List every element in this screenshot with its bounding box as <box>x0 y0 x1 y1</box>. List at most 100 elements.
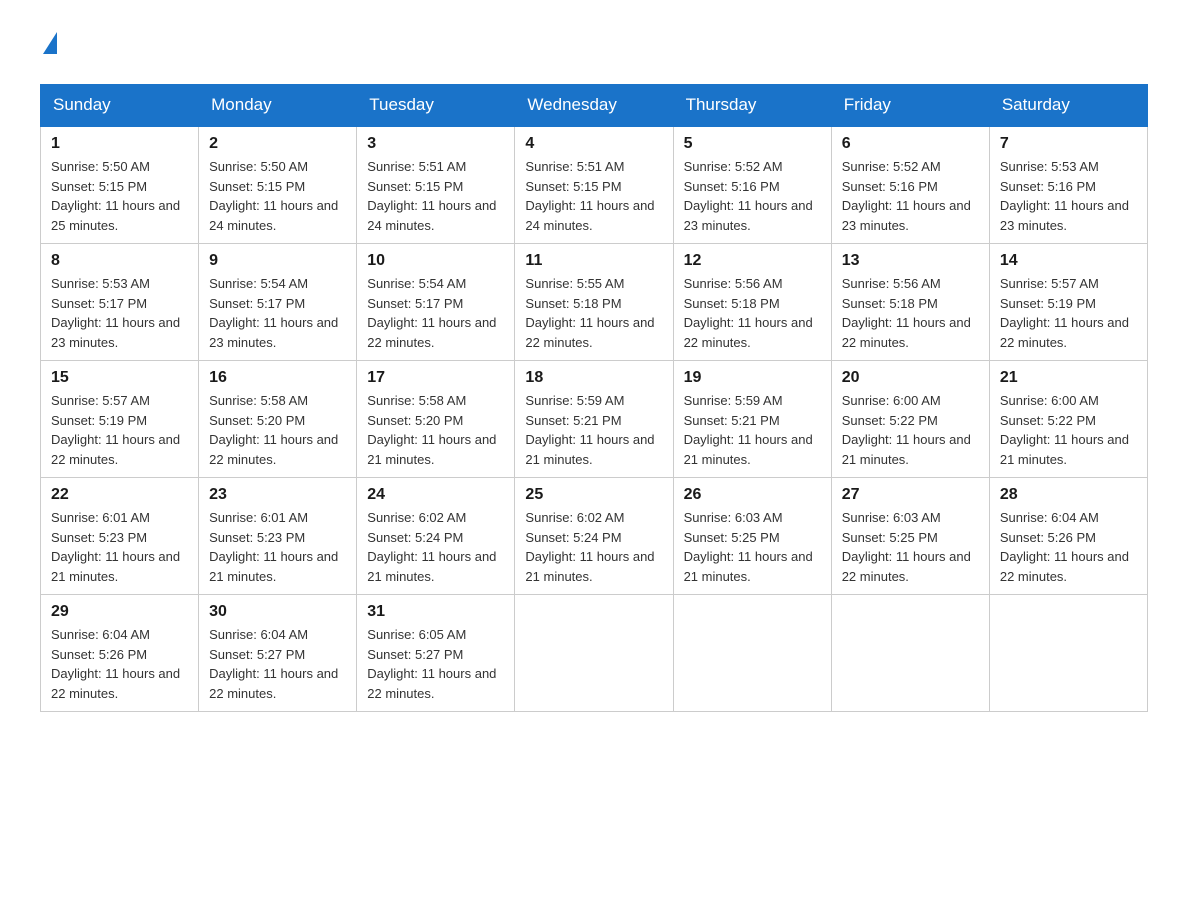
day-number: 11 <box>525 252 662 270</box>
calendar-cell: 1 Sunrise: 5:50 AMSunset: 5:15 PMDayligh… <box>41 126 199 244</box>
day-number: 31 <box>367 603 504 621</box>
calendar-week-2: 8 Sunrise: 5:53 AMSunset: 5:17 PMDayligh… <box>41 244 1148 361</box>
day-info: Sunrise: 5:59 AMSunset: 5:21 PMDaylight:… <box>525 393 654 467</box>
day-info: Sunrise: 6:04 AMSunset: 5:26 PMDaylight:… <box>51 627 180 701</box>
calendar-cell: 17 Sunrise: 5:58 AMSunset: 5:20 PMDaylig… <box>357 361 515 478</box>
day-info: Sunrise: 6:00 AMSunset: 5:22 PMDaylight:… <box>1000 393 1129 467</box>
day-number: 1 <box>51 135 188 153</box>
day-info: Sunrise: 6:01 AMSunset: 5:23 PMDaylight:… <box>209 510 338 584</box>
day-header-wednesday: Wednesday <box>515 85 673 127</box>
day-info: Sunrise: 5:52 AMSunset: 5:16 PMDaylight:… <box>842 159 971 233</box>
calendar-cell: 14 Sunrise: 5:57 AMSunset: 5:19 PMDaylig… <box>989 244 1147 361</box>
calendar-cell: 26 Sunrise: 6:03 AMSunset: 5:25 PMDaylig… <box>673 478 831 595</box>
day-info: Sunrise: 5:54 AMSunset: 5:17 PMDaylight:… <box>367 276 496 350</box>
day-info: Sunrise: 5:56 AMSunset: 5:18 PMDaylight:… <box>684 276 813 350</box>
calendar-table: SundayMondayTuesdayWednesdayThursdayFrid… <box>40 84 1148 712</box>
calendar-cell: 8 Sunrise: 5:53 AMSunset: 5:17 PMDayligh… <box>41 244 199 361</box>
calendar-cell: 30 Sunrise: 6:04 AMSunset: 5:27 PMDaylig… <box>199 595 357 712</box>
calendar-cell: 4 Sunrise: 5:51 AMSunset: 5:15 PMDayligh… <box>515 126 673 244</box>
day-number: 27 <box>842 486 979 504</box>
day-number: 23 <box>209 486 346 504</box>
day-number: 22 <box>51 486 188 504</box>
calendar-cell: 19 Sunrise: 5:59 AMSunset: 5:21 PMDaylig… <box>673 361 831 478</box>
day-number: 10 <box>367 252 504 270</box>
day-number: 16 <box>209 369 346 387</box>
day-number: 21 <box>1000 369 1137 387</box>
calendar-cell <box>989 595 1147 712</box>
day-number: 17 <box>367 369 504 387</box>
day-info: Sunrise: 5:52 AMSunset: 5:16 PMDaylight:… <box>684 159 813 233</box>
calendar-cell: 2 Sunrise: 5:50 AMSunset: 5:15 PMDayligh… <box>199 126 357 244</box>
day-info: Sunrise: 5:50 AMSunset: 5:15 PMDaylight:… <box>209 159 338 233</box>
day-number: 20 <box>842 369 979 387</box>
day-number: 14 <box>1000 252 1137 270</box>
calendar-cell <box>831 595 989 712</box>
day-number: 26 <box>684 486 821 504</box>
calendar-cell: 22 Sunrise: 6:01 AMSunset: 5:23 PMDaylig… <box>41 478 199 595</box>
day-number: 30 <box>209 603 346 621</box>
day-header-monday: Monday <box>199 85 357 127</box>
day-info: Sunrise: 5:59 AMSunset: 5:21 PMDaylight:… <box>684 393 813 467</box>
day-info: Sunrise: 6:01 AMSunset: 5:23 PMDaylight:… <box>51 510 180 584</box>
calendar-cell <box>673 595 831 712</box>
calendar-cell: 21 Sunrise: 6:00 AMSunset: 5:22 PMDaylig… <box>989 361 1147 478</box>
day-info: Sunrise: 5:53 AMSunset: 5:17 PMDaylight:… <box>51 276 180 350</box>
day-info: Sunrise: 5:55 AMSunset: 5:18 PMDaylight:… <box>525 276 654 350</box>
calendar-cell: 20 Sunrise: 6:00 AMSunset: 5:22 PMDaylig… <box>831 361 989 478</box>
day-info: Sunrise: 5:53 AMSunset: 5:16 PMDaylight:… <box>1000 159 1129 233</box>
day-header-tuesday: Tuesday <box>357 85 515 127</box>
day-number: 3 <box>367 135 504 153</box>
calendar-cell: 10 Sunrise: 5:54 AMSunset: 5:17 PMDaylig… <box>357 244 515 361</box>
calendar-cell: 18 Sunrise: 5:59 AMSunset: 5:21 PMDaylig… <box>515 361 673 478</box>
day-info: Sunrise: 6:04 AMSunset: 5:26 PMDaylight:… <box>1000 510 1129 584</box>
calendar-cell: 23 Sunrise: 6:01 AMSunset: 5:23 PMDaylig… <box>199 478 357 595</box>
day-number: 5 <box>684 135 821 153</box>
calendar-cell: 16 Sunrise: 5:58 AMSunset: 5:20 PMDaylig… <box>199 361 357 478</box>
day-number: 9 <box>209 252 346 270</box>
calendar-cell <box>515 595 673 712</box>
day-number: 12 <box>684 252 821 270</box>
day-number: 8 <box>51 252 188 270</box>
calendar-cell: 9 Sunrise: 5:54 AMSunset: 5:17 PMDayligh… <box>199 244 357 361</box>
day-number: 18 <box>525 369 662 387</box>
day-info: Sunrise: 6:02 AMSunset: 5:24 PMDaylight:… <box>367 510 496 584</box>
day-info: Sunrise: 6:02 AMSunset: 5:24 PMDaylight:… <box>525 510 654 584</box>
calendar-cell: 24 Sunrise: 6:02 AMSunset: 5:24 PMDaylig… <box>357 478 515 595</box>
logo <box>40 30 57 54</box>
day-number: 25 <box>525 486 662 504</box>
day-number: 2 <box>209 135 346 153</box>
calendar-cell: 28 Sunrise: 6:04 AMSunset: 5:26 PMDaylig… <box>989 478 1147 595</box>
day-info: Sunrise: 5:57 AMSunset: 5:19 PMDaylight:… <box>1000 276 1129 350</box>
calendar-cell: 5 Sunrise: 5:52 AMSunset: 5:16 PMDayligh… <box>673 126 831 244</box>
calendar-header-row: SundayMondayTuesdayWednesdayThursdayFrid… <box>41 85 1148 127</box>
calendar-cell: 11 Sunrise: 5:55 AMSunset: 5:18 PMDaylig… <box>515 244 673 361</box>
calendar-cell: 27 Sunrise: 6:03 AMSunset: 5:25 PMDaylig… <box>831 478 989 595</box>
calendar-cell: 3 Sunrise: 5:51 AMSunset: 5:15 PMDayligh… <box>357 126 515 244</box>
calendar-cell: 12 Sunrise: 5:56 AMSunset: 5:18 PMDaylig… <box>673 244 831 361</box>
calendar-cell: 15 Sunrise: 5:57 AMSunset: 5:19 PMDaylig… <box>41 361 199 478</box>
day-number: 19 <box>684 369 821 387</box>
day-number: 28 <box>1000 486 1137 504</box>
page-header <box>40 30 1148 54</box>
day-number: 7 <box>1000 135 1137 153</box>
calendar-cell: 25 Sunrise: 6:02 AMSunset: 5:24 PMDaylig… <box>515 478 673 595</box>
calendar-cell: 31 Sunrise: 6:05 AMSunset: 5:27 PMDaylig… <box>357 595 515 712</box>
day-info: Sunrise: 5:58 AMSunset: 5:20 PMDaylight:… <box>367 393 496 467</box>
day-info: Sunrise: 5:50 AMSunset: 5:15 PMDaylight:… <box>51 159 180 233</box>
calendar-cell: 29 Sunrise: 6:04 AMSunset: 5:26 PMDaylig… <box>41 595 199 712</box>
day-header-saturday: Saturday <box>989 85 1147 127</box>
day-info: Sunrise: 5:51 AMSunset: 5:15 PMDaylight:… <box>367 159 496 233</box>
day-info: Sunrise: 5:51 AMSunset: 5:15 PMDaylight:… <box>525 159 654 233</box>
calendar-cell: 6 Sunrise: 5:52 AMSunset: 5:16 PMDayligh… <box>831 126 989 244</box>
calendar-cell: 7 Sunrise: 5:53 AMSunset: 5:16 PMDayligh… <box>989 126 1147 244</box>
day-info: Sunrise: 5:54 AMSunset: 5:17 PMDaylight:… <box>209 276 338 350</box>
calendar-week-4: 22 Sunrise: 6:01 AMSunset: 5:23 PMDaylig… <box>41 478 1148 595</box>
day-info: Sunrise: 6:04 AMSunset: 5:27 PMDaylight:… <box>209 627 338 701</box>
day-info: Sunrise: 6:05 AMSunset: 5:27 PMDaylight:… <box>367 627 496 701</box>
day-number: 4 <box>525 135 662 153</box>
day-number: 29 <box>51 603 188 621</box>
day-info: Sunrise: 5:57 AMSunset: 5:19 PMDaylight:… <box>51 393 180 467</box>
calendar-week-3: 15 Sunrise: 5:57 AMSunset: 5:19 PMDaylig… <box>41 361 1148 478</box>
day-info: Sunrise: 6:03 AMSunset: 5:25 PMDaylight:… <box>684 510 813 584</box>
day-header-friday: Friday <box>831 85 989 127</box>
